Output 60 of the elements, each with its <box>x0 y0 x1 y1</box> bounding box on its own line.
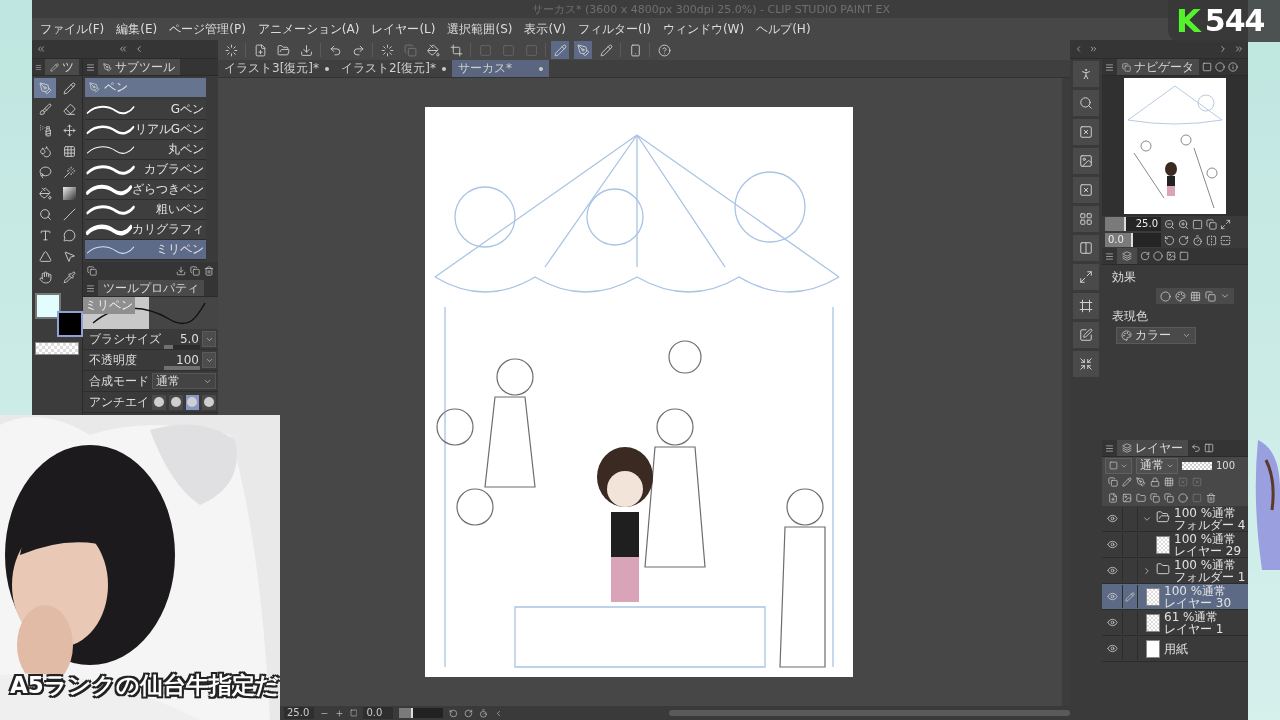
sub-tool-item[interactable]: ミリペン <box>85 240 206 260</box>
section-label: 表現色 <box>1111 308 1149 325</box>
menu-item[interactable]: ウィンドウ(W) <box>662 20 745 38</box>
property-value[interactable]: 100 <box>176 353 199 367</box>
section-label: 効果 <box>1111 269 1137 286</box>
property-value[interactable]: 5.0 <box>179 332 199 346</box>
sub-tool-item[interactable]: 粗いペン <box>85 200 206 220</box>
sub-tool-item[interactable]: カブラペン <box>85 160 206 180</box>
layer-row[interactable]: 61 %通常 レイヤー 1 <box>1102 610 1248 636</box>
sub-tool-item[interactable]: 丸ペン <box>85 140 206 160</box>
sub-tool-item[interactable]: ざらつきペン <box>85 180 206 200</box>
layer-name: 用紙 <box>1164 642 1188 655</box>
menu-item[interactable]: アニメーション(A) <box>257 20 360 38</box>
sub-tool-item[interactable]: カリグラフィ <box>85 220 206 240</box>
badge-logo: K <box>1176 5 1201 37</box>
zoom-field[interactable]: 25.0 <box>284 707 314 719</box>
angle-field[interactable]: 0.0 <box>363 707 394 719</box>
sub-tool-item[interactable]: リアルGペン <box>85 120 206 140</box>
preset-name: ミリペン <box>83 297 135 314</box>
caption: A5ランクの仙台牛指定だ <box>10 670 279 701</box>
menu-item[interactable]: 選択範囲(S) <box>447 20 513 38</box>
layer-name: レイヤー 1 <box>1164 622 1224 635</box>
opacity-value[interactable]: 100 <box>1216 460 1236 471</box>
layer-name: フォルダー 1 <box>1174 570 1246 583</box>
sub-tool-group[interactable]: ペン <box>85 78 206 97</box>
layer-row[interactable]: 100 %通常 フォルダー 1 <box>1102 558 1248 584</box>
blend-mode-dropdown[interactable]: 通常 <box>152 373 216 389</box>
layer-blend-mode: 100 %通常 <box>1174 558 1238 571</box>
layer-name: レイヤー 30 <box>1164 596 1232 609</box>
menu-item[interactable]: 表示(V) <box>524 20 567 38</box>
menu-item[interactable]: ページ管理(P) <box>169 20 246 38</box>
layer-row[interactable]: 用紙 <box>1102 636 1248 662</box>
property-label: 不透明度 <box>89 351 137 369</box>
document-tab[interactable]: サーカス* <box>452 60 549 77</box>
menu-item[interactable]: ファイル(F) <box>40 20 105 38</box>
property-label: 合成モード <box>89 372 149 390</box>
sub-tool-item[interactable]: Gペン <box>85 100 206 120</box>
color-mode-dropdown[interactable]: カラー <box>1116 327 1196 344</box>
panel-tab[interactable]: サブツール <box>98 59 180 75</box>
menu-item[interactable]: レイヤー(L) <box>371 20 436 38</box>
layer-blend-mode: 100 %通常 <box>1174 506 1238 519</box>
panel-tab[interactable]: レイヤー <box>1117 440 1188 456</box>
layer-row[interactable]: 100 %通常 レイヤー 30 <box>1102 584 1248 610</box>
layer-blend-mode: 61 %通常 <box>1164 610 1220 623</box>
menu-item[interactable]: 編集(E) <box>116 20 158 38</box>
menu-item[interactable]: ヘルプ(H) <box>756 20 811 38</box>
property-label: アンチエイ <box>89 393 149 411</box>
layer-row[interactable]: 100 %通常 レイヤー 29 <box>1102 532 1248 558</box>
layer-row[interactable]: 100 %通常 フォルダー 4 <box>1102 506 1248 532</box>
layer-blend-mode: 100 %通常 <box>1164 584 1227 597</box>
menu-item[interactable]: フィルター(I) <box>578 20 651 38</box>
panel-tab[interactable]: ツールプロパティ <box>98 280 204 296</box>
badge-count: 544 <box>1204 6 1265 36</box>
blend-mode-dropdown[interactable]: 通常 <box>1136 457 1178 474</box>
layer-name: レイヤー 29 <box>1174 544 1242 557</box>
panel-tab[interactable]: ツ <box>45 59 79 75</box>
property-label: ブラシサイズ <box>89 330 161 348</box>
layer-blend-mode: 100 %通常 <box>1174 532 1237 545</box>
panel-tab[interactable]: ナビゲータ <box>1117 59 1199 75</box>
layer-name: フォルダー 4 <box>1174 518 1246 531</box>
